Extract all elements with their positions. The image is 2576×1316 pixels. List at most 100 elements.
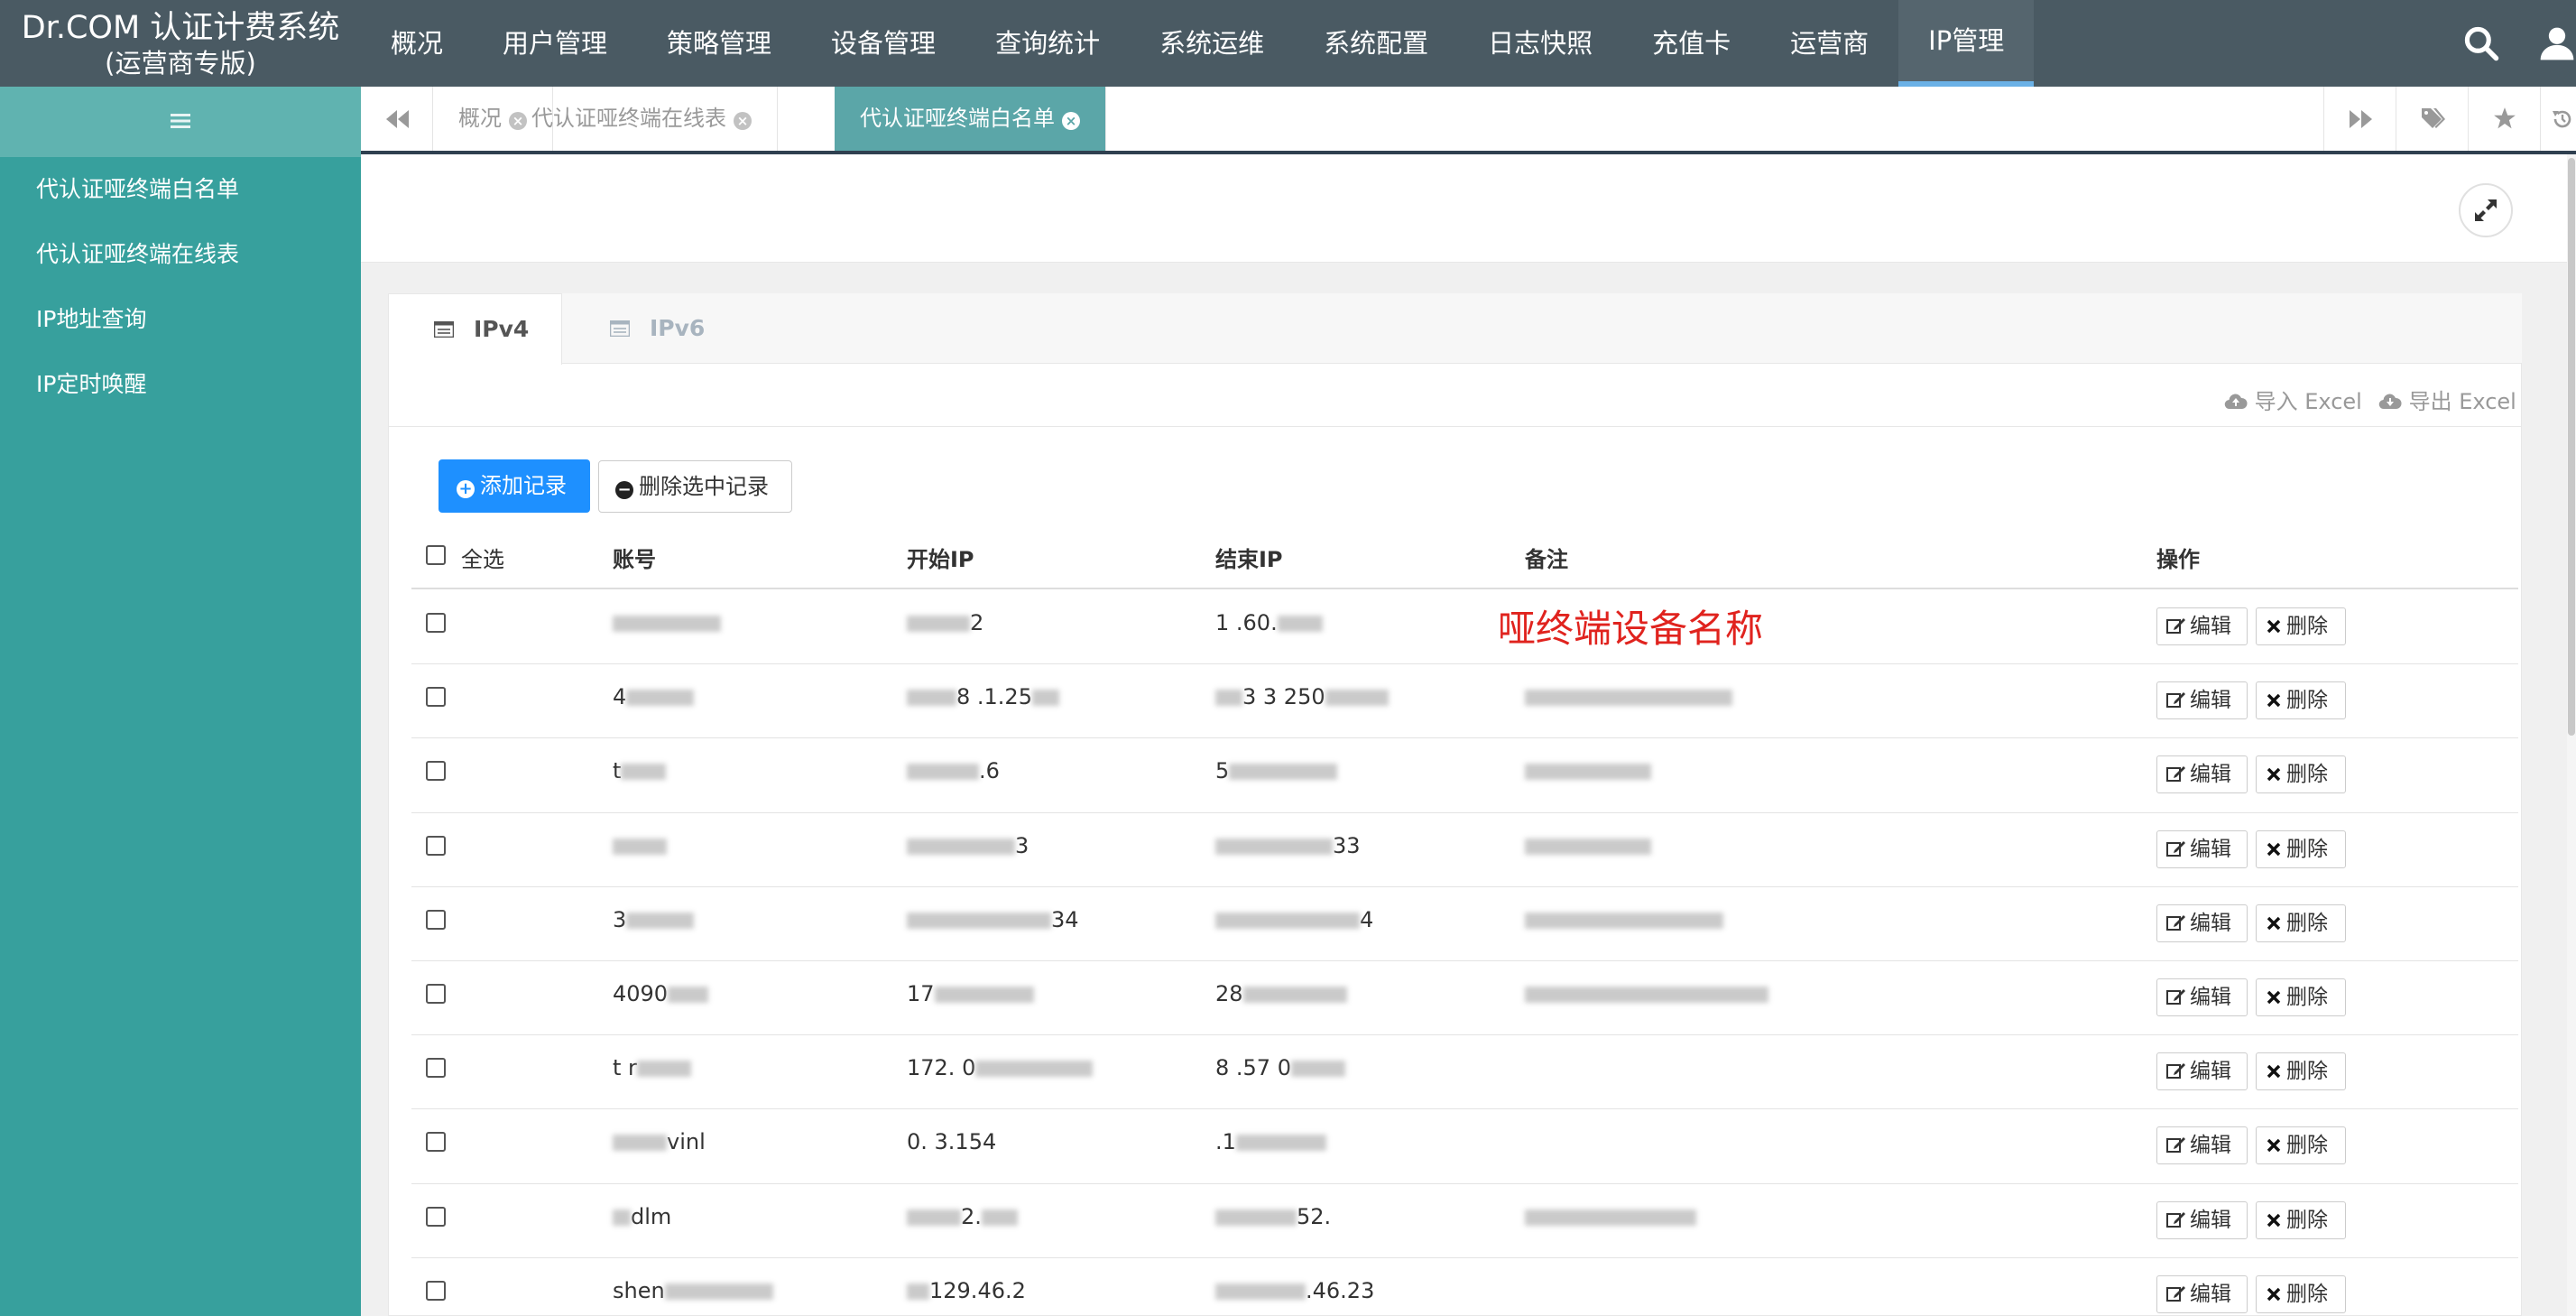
sidebar-item-0[interactable]: 代认证哑终端白名单: [0, 157, 361, 222]
cell-text: .46.23: [1306, 1277, 1375, 1303]
top-navbar: Dr.COM 认证计费系统 (运营商专版) 概况 用户管理 策略管理 设备管理 查询统计…: [0, 0, 2576, 87]
cell-remark: [1525, 684, 1732, 709]
delete-selected-button[interactable]: − 删除选中记录: [598, 460, 792, 513]
tab-ipv4-label: IPv4: [474, 316, 530, 342]
sidebar-item-2[interactable]: IP地址查询: [0, 287, 361, 352]
cell-text: 4090: [613, 981, 669, 1006]
edit-button[interactable]: 编辑: [2156, 904, 2248, 942]
sidebar-item-3[interactable]: IP定时唤醒: [0, 352, 361, 417]
history-button[interactable]: [2540, 87, 2576, 151]
delete-button[interactable]: 删除: [2256, 978, 2346, 1016]
nav-item-8[interactable]: 充值卡: [1622, 0, 1760, 87]
redacted-text: [907, 912, 1051, 929]
redacted-text: [1242, 987, 1347, 1003]
cell-start-ip: 2: [907, 610, 983, 635]
edit-button[interactable]: 编辑: [2156, 681, 2248, 720]
favorite-button[interactable]: [2468, 87, 2540, 151]
delete-button[interactable]: 删除: [2256, 1200, 2346, 1239]
nav-item-9[interactable]: 运营商: [1760, 0, 1898, 87]
close-icon: [2267, 1064, 2281, 1079]
close-tab-icon[interactable]: ×: [734, 112, 752, 130]
row-checkbox[interactable]: [426, 687, 446, 708]
edit-icon: [2166, 1137, 2185, 1154]
edit-button[interactable]: 编辑: [2156, 1126, 2248, 1165]
cell-text: t: [613, 758, 622, 784]
cell-text: 52.: [1297, 1203, 1332, 1229]
import-excel-label: 导入 Excel: [2254, 389, 2362, 414]
delete-button[interactable]: 删除: [2256, 1052, 2346, 1091]
fullscreen-button[interactable]: [2459, 183, 2513, 237]
add-record-label: 添加记录: [480, 473, 567, 498]
row-checkbox[interactable]: [426, 1280, 446, 1301]
user-icon[interactable]: [2537, 23, 2576, 63]
cell-account: [613, 610, 721, 635]
row-checkbox[interactable]: [426, 1132, 446, 1153]
redacted-text: [626, 690, 695, 707]
row-checkbox[interactable]: [426, 1206, 446, 1227]
brand[interactable]: Dr.COM 认证计费系统 (运营商专版): [0, 0, 361, 87]
edit-button[interactable]: 编辑: [2156, 1052, 2248, 1091]
add-record-button[interactable]: + 添加记录: [439, 459, 590, 513]
page-tab-label: 代认证哑终端白名单: [860, 106, 1055, 131]
nav-item-2[interactable]: 策略管理: [637, 0, 801, 87]
sidebar-item-1[interactable]: 代认证哑终端在线表: [0, 222, 361, 287]
import-excel-link[interactable]: 导入 Excel: [2224, 384, 2362, 415]
nav-item-10[interactable]: IP管理: [1898, 0, 2035, 87]
double-chevron-right-icon: [2350, 110, 2372, 128]
export-excel-link[interactable]: 导出 Excel: [2378, 384, 2516, 415]
delete-button[interactable]: 删除: [2256, 904, 2346, 942]
row-checkbox[interactable]: [426, 984, 446, 1004]
edit-button[interactable]: 编辑: [2156, 978, 2248, 1016]
list-icon: [610, 320, 630, 337]
edit-button[interactable]: 编辑: [2156, 607, 2248, 645]
nav-item-6[interactable]: 系统配置: [1294, 0, 1458, 87]
nav-item-1[interactable]: 用户管理: [473, 0, 637, 87]
tab-ipv4[interactable]: IPv4: [388, 293, 562, 365]
cell-end-ip: 1 .60.: [1215, 610, 1323, 635]
page-tab-2[interactable]: 代认证哑终端白名单 ×: [835, 87, 1106, 151]
page-tab-1[interactable]: 代认证哑终端在线表 ×: [506, 87, 778, 151]
delete-button[interactable]: 删除: [2256, 755, 2346, 794]
row-checkbox[interactable]: [426, 1058, 446, 1079]
close-icon: [2267, 1287, 2281, 1301]
select-all-checkbox[interactable]: [426, 545, 446, 565]
nav-item-3[interactable]: 设备管理: [801, 0, 965, 87]
close-tab-icon[interactable]: ×: [1062, 112, 1080, 130]
row-checkbox[interactable]: [426, 613, 446, 633]
redacted-text: [636, 1061, 691, 1078]
delete-button[interactable]: 删除: [2256, 1126, 2346, 1165]
nav-item-4[interactable]: 查询统计: [965, 0, 1130, 87]
redacted-text: [1215, 690, 1242, 707]
close-icon: [2267, 768, 2281, 782]
tab-ipv6[interactable]: IPv6: [610, 293, 745, 364]
tabs-scroll-left-button[interactable]: [361, 87, 433, 151]
tab-options-button[interactable]: [2396, 87, 2468, 151]
tabs-scroll-right-button[interactable]: [2323, 87, 2396, 151]
nav-item-7[interactable]: 日志快照: [1458, 0, 1622, 87]
delete-button[interactable]: 删除: [2256, 829, 2346, 868]
delete-button[interactable]: 删除: [2256, 681, 2346, 720]
cell-end-ip: 3 3 250: [1215, 684, 1389, 709]
row-checkbox[interactable]: [426, 835, 446, 856]
redacted-text: [1215, 912, 1360, 929]
nav-item-0[interactable]: 概况: [361, 0, 473, 87]
sidebar-toggle[interactable]: [0, 87, 361, 157]
cell-start-ip: 3: [907, 833, 1029, 858]
cell-text: 3 3 250: [1242, 684, 1325, 710]
delete-button[interactable]: 删除: [2256, 607, 2346, 645]
delete-button[interactable]: 删除: [2256, 1274, 2346, 1313]
edit-icon: [2166, 914, 2185, 931]
edit-button[interactable]: 编辑: [2156, 1274, 2248, 1313]
edit-button[interactable]: 编辑: [2156, 1200, 2248, 1239]
col-header-start-ip: 开始IP: [907, 547, 974, 572]
cell-account: t r: [613, 1055, 691, 1080]
annotation-text: 哑终端设备名称: [1498, 607, 1764, 651]
search-icon[interactable]: [2461, 23, 2501, 63]
page-scrollbar-thumb[interactable]: [2568, 158, 2575, 736]
main-nav: 概况 用户管理 策略管理 设备管理 查询统计 系统运维 系统配置 日志快照 充值卡 运营商 IP管理: [361, 0, 2035, 87]
row-checkbox[interactable]: [426, 909, 446, 930]
edit-button[interactable]: 编辑: [2156, 829, 2248, 868]
edit-button[interactable]: 编辑: [2156, 755, 2248, 794]
row-checkbox[interactable]: [426, 761, 446, 782]
nav-item-5[interactable]: 系统运维: [1130, 0, 1294, 87]
